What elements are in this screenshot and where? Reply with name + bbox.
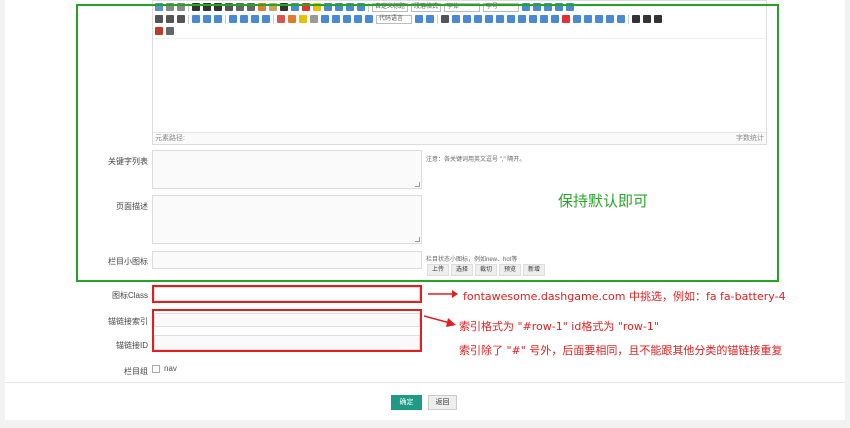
- arrow-icon: [428, 290, 458, 298]
- anchor-format-annotation: 索引格式为 "#row-1" id格式为 "row-1": [459, 320, 659, 333]
- anchor-id-label: 锚链接ID: [116, 341, 148, 350]
- arrow-icon: [424, 315, 456, 327]
- icon-class-highlight: [152, 285, 422, 303]
- group-nav-checkbox[interactable]: [152, 365, 160, 373]
- footer-divider: [5, 382, 845, 383]
- anchor-rule-annotation: 索引除了 "#" 号外，后面要相同，且不能跟其他分类的锚链接重复: [459, 344, 783, 357]
- group-nav-option: nav: [164, 364, 177, 373]
- icon-class-annotation: fontawesome.dashgame.com 中挑选，例如：fa fa-ba…: [463, 290, 786, 303]
- confirm-button[interactable]: 确定: [391, 395, 422, 410]
- default-settings-highlight: [76, 4, 779, 282]
- back-button[interactable]: 返回: [428, 395, 457, 410]
- icon-class-label: 图标Class: [111, 291, 148, 300]
- anchor-fields-highlight: [152, 309, 422, 352]
- anchor-index-label: 锚链接索引: [108, 317, 148, 326]
- keep-default-annotation: 保持默认即可: [558, 192, 649, 210]
- group-label: 栏目组: [124, 367, 148, 376]
